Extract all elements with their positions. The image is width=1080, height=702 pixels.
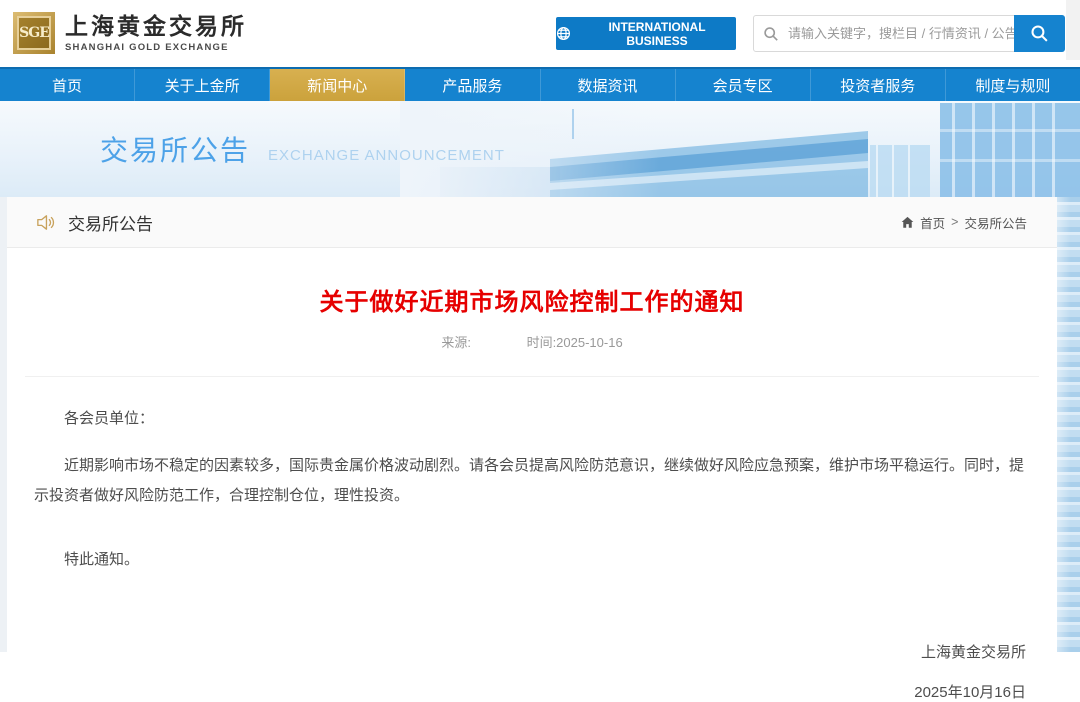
logo-name-cn: 上海黄金交易所 <box>65 12 247 40</box>
home-icon <box>901 216 914 229</box>
article-source-label: 来源: <box>441 335 471 350</box>
content-area: 交易所公告 首页 > 交易所公告 关于做好近期市场风险控制工作的通知 来源: 时… <box>0 197 1080 701</box>
article-body: 近期影响市场不稳定的因素较多，国际贵金属价格波动剧烈。请各会员提高风险防范意识，… <box>34 457 1025 504</box>
seal-text: SGE <box>19 25 50 41</box>
banner-title-en: EXCHANGE ANNOUNCEMENT <box>268 147 505 164</box>
article-meta: 来源: 时间:2025-10-16 <box>22 332 1042 351</box>
banner-titles: 交易所公告 EXCHANGE ANNOUNCEMENT <box>100 129 505 169</box>
breadcrumb: 首页 > 交易所公告 <box>901 213 1027 232</box>
article-title: 关于做好近期市场风险控制工作的通知 <box>319 289 745 316</box>
article-date: 2025年10月16日 <box>914 684 1026 701</box>
search-input[interactable] <box>788 16 1015 51</box>
nav-item-news-center[interactable]: 新闻中心 <box>270 69 406 101</box>
globe-icon <box>556 26 571 41</box>
nav-item-home[interactable]: 首页 <box>0 69 136 101</box>
search-icon <box>754 16 788 51</box>
article-greeting: 各会员单位： <box>64 410 155 427</box>
nav-item-data[interactable]: 数据资讯 <box>541 69 676 101</box>
logo-names: 上海黄金交易所 SHANGHAI GOLD EXCHANGE <box>65 12 247 53</box>
card-header: 交易所公告 首页 > 交易所公告 <box>7 197 1057 248</box>
section-banner: 交易所公告 EXCHANGE ANNOUNCEMENT <box>0 101 1080 197</box>
site-header: SGE 上海黄金交易所 SHANGHAI GOLD EXCHANGE INTER… <box>0 0 1080 67</box>
speaker-icon <box>35 212 56 233</box>
breadcrumb-current[interactable]: 交易所公告 <box>964 213 1027 232</box>
nav-item-investor-services[interactable]: 投资者服务 <box>811 69 946 101</box>
sge-seal-icon: SGE <box>13 12 55 54</box>
main-nav: 首页 关于上金所 新闻中心 产品服务 数据资讯 会员专区 投资者服务 制度与规则 <box>0 67 1080 101</box>
nav-item-products[interactable]: 产品服务 <box>405 69 541 101</box>
sge-logo[interactable]: SGE 上海黄金交易所 SHANGHAI GOLD EXCHANGE <box>13 12 247 54</box>
section-title: 交易所公告 <box>68 214 153 234</box>
logo-name-en: SHANGHAI GOLD EXCHANGE <box>65 41 229 53</box>
banner-title-cn: 交易所公告 <box>100 135 251 166</box>
window-edge <box>1066 0 1080 60</box>
building-strip-decoration <box>1057 197 1080 652</box>
search-box <box>753 15 1065 52</box>
nav-item-members[interactable]: 会员专区 <box>676 69 811 101</box>
breadcrumb-home[interactable]: 首页 <box>920 213 945 232</box>
search-button[interactable] <box>1014 15 1065 52</box>
nav-item-rules[interactable]: 制度与规则 <box>946 69 1080 101</box>
article: 关于做好近期市场风险控制工作的通知 来源: 时间:2025-10-16 各会员单… <box>7 248 1057 702</box>
article-time: 时间:2025-10-16 <box>526 335 623 350</box>
search-button-icon <box>1030 24 1049 43</box>
article-closing: 特此通知。 <box>64 551 140 568</box>
announcement-card: 交易所公告 首页 > 交易所公告 关于做好近期市场风险控制工作的通知 来源: 时… <box>7 197 1057 701</box>
international-business-label: INTERNATIONAL BUSINESS <box>608 19 706 48</box>
breadcrumb-separator: > <box>951 215 959 229</box>
international-business-button[interactable]: INTERNATIONAL BUSINESS <box>556 17 736 50</box>
article-divider <box>25 376 1039 377</box>
nav-item-about[interactable]: 关于上金所 <box>135 69 271 101</box>
